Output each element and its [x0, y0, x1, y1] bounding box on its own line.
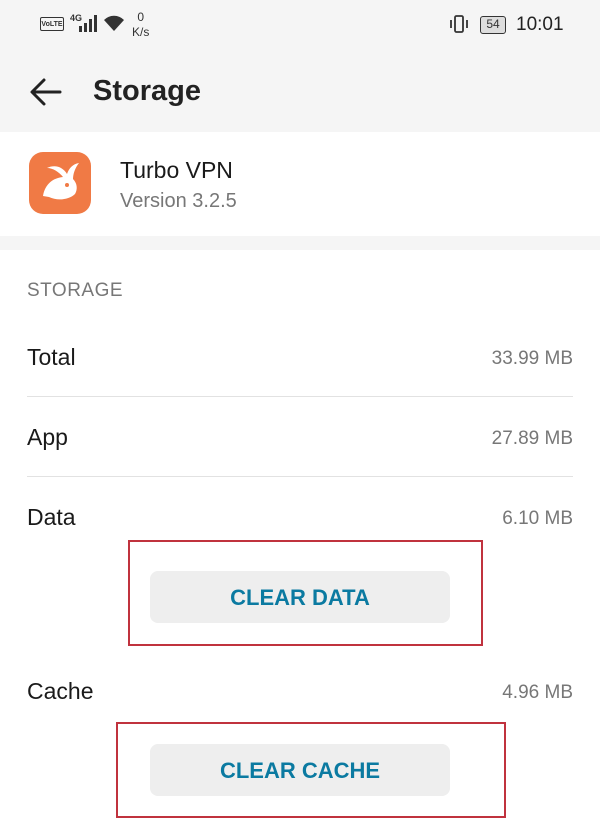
rabbit-icon	[43, 163, 79, 200]
clear-cache-button[interactable]: CLEAR CACHE	[150, 744, 450, 796]
app-name: Turbo VPN	[120, 157, 233, 183]
status-bar: VoLTE 4G 0 K/s 54 10:01	[0, 0, 600, 50]
section-header: STORAGE	[27, 280, 124, 301]
divider	[27, 476, 573, 477]
app-bar: Storage	[0, 50, 600, 132]
row-label: Total	[27, 344, 76, 370]
back-button[interactable]	[24, 70, 68, 114]
signal-icon	[79, 15, 97, 32]
row-value: 6.10 MB	[502, 508, 573, 529]
row-label: App	[27, 424, 68, 450]
divider	[27, 396, 573, 397]
app-icon	[29, 152, 91, 214]
network-speed: 0 K/s	[132, 10, 149, 40]
volte-badge: VoLTE	[40, 17, 64, 31]
speed-value: 0	[137, 10, 145, 24]
arrow-left-icon	[30, 78, 62, 106]
row-value: 4.96 MB	[502, 682, 573, 703]
vibrate-icon	[450, 15, 468, 33]
storage-row-app: App 27.89 MB	[27, 420, 573, 500]
clock: 10:01	[516, 14, 564, 35]
wifi-icon	[104, 15, 124, 31]
storage-row-cache: Cache 4.96 MB	[27, 674, 573, 754]
clear-data-button[interactable]: CLEAR DATA	[150, 571, 450, 623]
storage-card: STORAGE Total 33.99 MB App 27.89 MB Data…	[0, 250, 600, 827]
row-label: Data	[27, 504, 76, 530]
battery-level: 54	[480, 16, 506, 34]
storage-row-total: Total 33.99 MB	[27, 340, 573, 420]
storage-row-data: Data 6.10 MB	[27, 500, 573, 580]
app-version: Version 3.2.5	[120, 190, 237, 212]
speed-unit: K/s	[132, 25, 150, 39]
app-info-card: Turbo VPN Version 3.2.5	[0, 132, 600, 236]
row-label: Cache	[27, 678, 94, 704]
row-value: 27.89 MB	[491, 428, 573, 449]
row-value: 33.99 MB	[491, 348, 573, 369]
page-title: Storage	[93, 75, 201, 107]
